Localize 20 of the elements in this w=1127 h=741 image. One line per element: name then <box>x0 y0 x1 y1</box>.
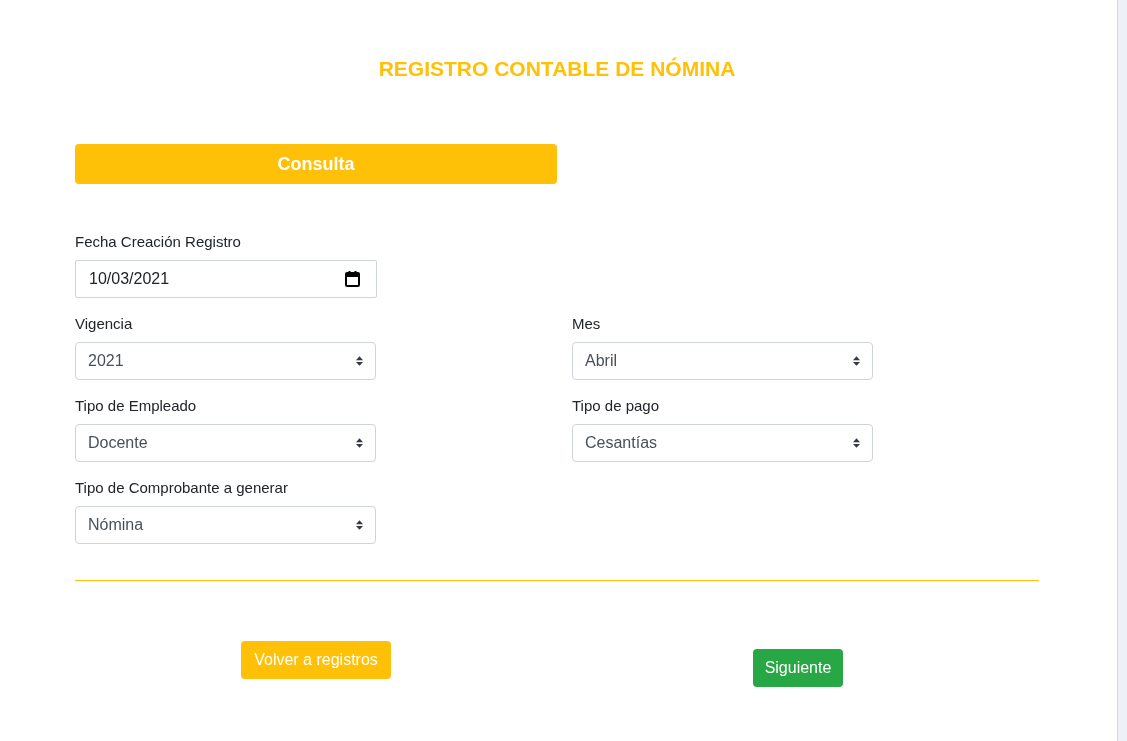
field-label: Tipo de Comprobante a generar <box>75 478 288 498</box>
page-title: REGISTRO CONTABLE DE NÓMINA <box>378 56 736 82</box>
dropdown-field[interactable]: 2021 <box>75 342 376 380</box>
dropdown-field[interactable]: Docente <box>75 424 376 462</box>
field-label: Vigencia <box>75 314 133 334</box>
sort-arrows-icon <box>356 356 363 366</box>
field-label: Fecha Creación Registro <box>75 232 241 252</box>
date-field[interactable]: 10/03/2021 <box>75 260 377 298</box>
field-label: Mes <box>572 314 601 334</box>
sort-arrows-icon <box>356 520 363 530</box>
field-label: Tipo de pago <box>572 396 659 416</box>
sort-arrows-icon <box>853 356 860 366</box>
sort-arrows-icon <box>853 438 860 448</box>
dropdown-field[interactable]: Abril <box>572 342 873 380</box>
field-label: Tipo de Empleado <box>75 396 197 416</box>
calendar-icon[interactable] <box>345 271 360 287</box>
dropdown-field[interactable]: Nómina <box>75 506 376 544</box>
scrollbar-track[interactable] <box>1117 0 1127 741</box>
sort-arrows-icon <box>356 438 363 448</box>
dropdown-field[interactable]: Cesantías <box>572 424 873 462</box>
